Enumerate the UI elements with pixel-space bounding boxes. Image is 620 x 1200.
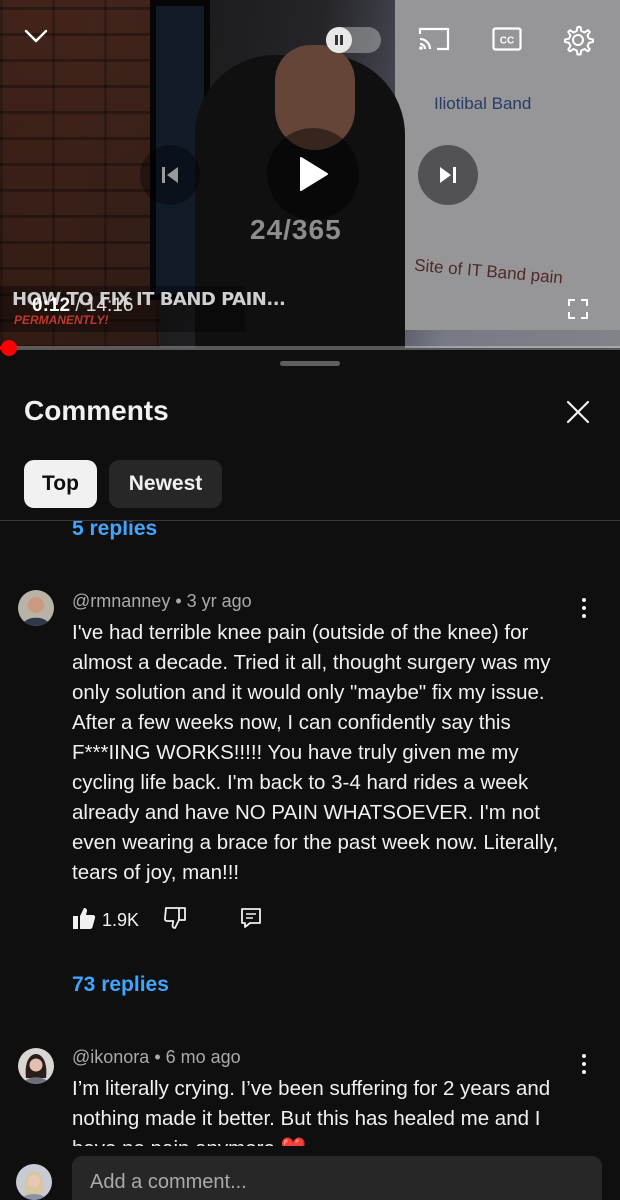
settings-gear-icon[interactable]	[560, 22, 596, 58]
view-replies-link[interactable]: 73 replies	[72, 973, 169, 997]
comment-author[interactable]: @ikonora	[72, 1047, 149, 1067]
comment-meta: @ikonora • 6 mo ago	[72, 1047, 241, 1068]
chevron-down-icon[interactable]	[20, 24, 52, 48]
current-time: 0:12	[32, 295, 71, 316]
play-icon[interactable]	[267, 128, 359, 220]
like-count: 1.9K	[102, 909, 140, 930]
previous-icon[interactable]	[140, 145, 200, 205]
avatar[interactable]	[18, 1048, 54, 1084]
sort-chip-top[interactable]: Top	[24, 460, 97, 508]
svg-text:CC: CC	[500, 36, 514, 47]
thumbs-down-icon[interactable]	[163, 906, 187, 935]
comment-text: I’m literally crying. I’ve been sufferin…	[72, 1077, 551, 1146]
time-display: 0:12 / 14:16	[32, 295, 133, 317]
my-avatar	[16, 1164, 52, 1200]
comment-age: 3 yr ago	[186, 591, 252, 611]
more-options-icon[interactable]	[574, 596, 594, 620]
comment-age: 6 mo ago	[165, 1047, 241, 1067]
meta-separator: •	[175, 591, 187, 611]
comment-text: I've had terrible knee pain (outside of …	[72, 621, 559, 884]
duration: / 14:16	[75, 295, 134, 316]
thumbs-up-icon[interactable]	[72, 906, 96, 935]
comment-list[interactable]: 5 replies @rmnanney • 3 yr ago I've had …	[0, 521, 620, 1146]
video-progress-bar[interactable]	[0, 346, 620, 350]
close-icon[interactable]	[563, 397, 593, 427]
comment-meta: @rmnanney • 3 yr ago	[72, 591, 252, 612]
video-player[interactable]: Iliotibal Band Site of IT Band pain 24/3…	[0, 0, 620, 348]
next-icon[interactable]	[418, 145, 478, 205]
sort-chip-newest[interactable]: Newest	[109, 460, 222, 508]
pause-icon	[326, 27, 352, 53]
view-replies-link[interactable]: 5 replies	[72, 521, 157, 541]
fullscreen-icon[interactable]	[566, 297, 590, 321]
scrubber-handle[interactable]	[1, 340, 17, 356]
comments-title: Comments	[24, 395, 169, 426]
avatar[interactable]	[18, 590, 54, 626]
comment-actions: 1.9K	[72, 906, 263, 934]
reply-icon[interactable]	[239, 906, 263, 935]
closed-captions-icon[interactable]: CC	[490, 24, 524, 54]
autoplay-toggle[interactable]	[326, 27, 381, 53]
meta-separator: •	[154, 1047, 166, 1067]
add-comment-input[interactable]	[72, 1156, 602, 1200]
cast-icon[interactable]	[416, 24, 452, 54]
sheet-drag-handle[interactable]	[280, 361, 340, 366]
comment-author[interactable]: @rmnanney	[72, 591, 170, 611]
more-options-icon[interactable]	[574, 1052, 594, 1076]
